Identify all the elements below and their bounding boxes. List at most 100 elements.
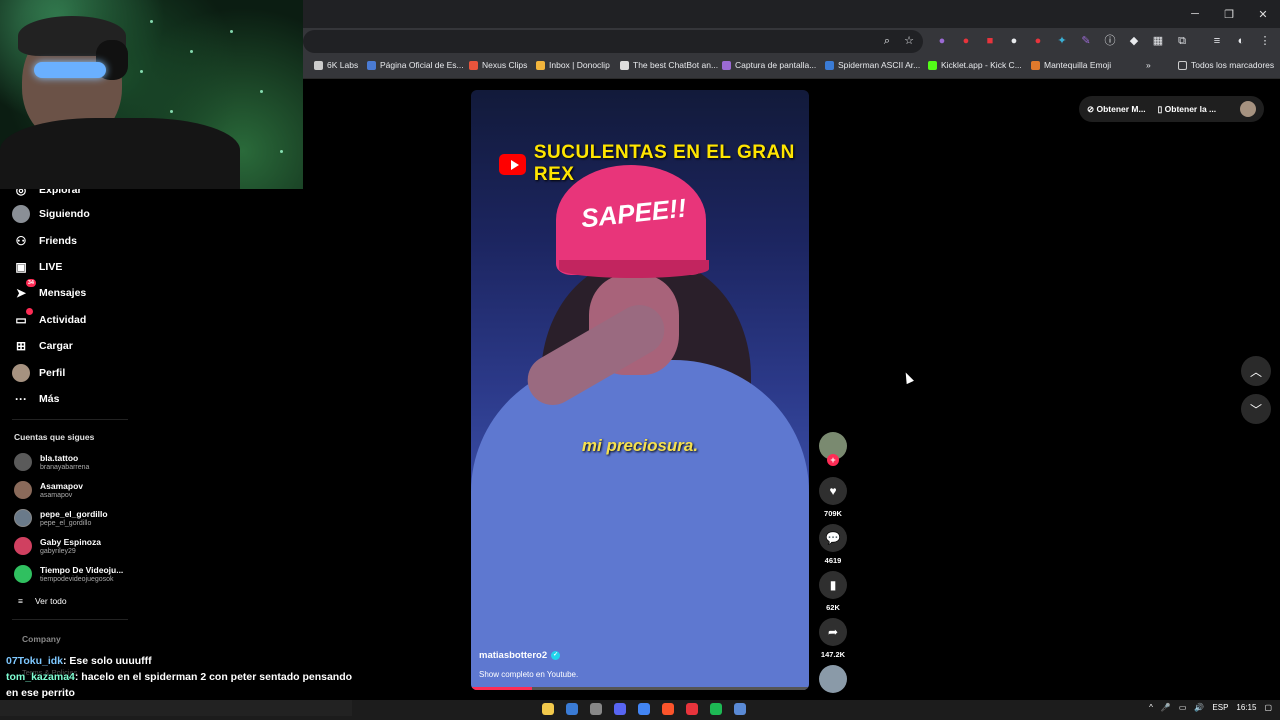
clock[interactable]: 16:15 [1236, 703, 1256, 712]
bookmark-favicon [825, 60, 834, 70]
followed-account[interactable]: Asamapov asamapov [14, 477, 83, 503]
avatar[interactable] [1240, 101, 1256, 117]
bookmark-item[interactable]: Kicklet.app - Kick C... [928, 60, 1022, 70]
heart-icon[interactable]: ♥ [819, 477, 847, 505]
see-all-link[interactable]: ≡ Ver todo [18, 596, 67, 606]
extension-icon[interactable]: ⓘ [1103, 34, 1117, 48]
app-icon[interactable] [734, 703, 746, 715]
extension-icon[interactable]: ✎ [1079, 34, 1093, 48]
kebab-menu-icon[interactable]: ⋮ [1258, 34, 1272, 48]
sidebar-item-mensajes[interactable]: ➤ 34 Mensajes [12, 279, 86, 304]
followed-account[interactable]: Gaby Espinoza gabyriley29 [14, 533, 101, 559]
followed-account[interactable]: pepe_el_gordillo pepe_el_gordillo [14, 505, 108, 531]
bookmark-item[interactable]: The best ChatBot an... [620, 60, 718, 70]
brave-icon[interactable] [662, 703, 674, 715]
followed-account[interactable]: bla.tattoo branayabarrena [14, 449, 89, 475]
sidebar-item-mas[interactable]: ··· Más [12, 388, 59, 410]
extension-icon[interactable]: ▦ [1151, 34, 1165, 48]
chat-user: tom_kazama4 [6, 671, 75, 683]
media-player-icon[interactable] [686, 703, 698, 715]
extension-icon[interactable]: ● [959, 34, 973, 48]
next-video-button[interactable]: ﹀ [1241, 394, 1271, 424]
get-app-button[interactable]: ▯ Obtener la ... [1158, 104, 1217, 115]
avatar [14, 481, 32, 499]
creator-avatar[interactable]: + [818, 432, 848, 466]
extension-icon[interactable]: ● [1007, 34, 1021, 48]
sidebar-item-label: Perfil [39, 367, 66, 379]
company-link[interactable]: Company [22, 634, 61, 644]
taskbar-search[interactable] [0, 700, 352, 716]
bookmark-item[interactable]: Página Oficial de Es... [367, 60, 464, 70]
bookmark-star-icon[interactable]: ☆ [902, 34, 916, 48]
get-coins-button[interactable]: ⊘ Obtener M... [1087, 104, 1146, 115]
volume-icon[interactable]: 🔊 [1194, 703, 1204, 712]
sidebar-item-cargar[interactable]: ⊞ Cargar [12, 335, 73, 357]
like-action[interactable]: ♥ 709K [818, 477, 848, 518]
follow-plus-icon[interactable]: + [827, 454, 839, 466]
comment-action[interactable]: 💬 4619 [818, 524, 848, 565]
notification-dot [26, 308, 33, 315]
share-action[interactable]: ➦ 147.2K [818, 618, 848, 659]
file-explorer-icon[interactable] [542, 703, 554, 715]
spotify-icon[interactable] [710, 703, 722, 715]
bookmark-item[interactable]: Spiderman ASCII Ar... [825, 60, 920, 70]
chevron-up-icon[interactable]: ^ [1149, 703, 1153, 712]
language-indicator[interactable]: ESP [1212, 703, 1228, 712]
bookmark-item[interactable]: 6K Labs [314, 60, 358, 70]
sidebar-item-friends[interactable]: ⚇ Friends [12, 230, 77, 252]
divider [12, 419, 128, 420]
video-author[interactable]: matiasbottero2 ✓ [479, 650, 561, 661]
minimize-icon[interactable]: ─ [1178, 0, 1212, 28]
extension-icon[interactable]: ● [935, 34, 949, 48]
bookmark-item[interactable]: Captura de pantalla... [722, 60, 816, 70]
like-count: 709K [824, 509, 842, 518]
reading-list-icon[interactable]: ≡ [1210, 34, 1224, 48]
notification-badge: 34 [25, 279, 36, 287]
bookmark-icon[interactable]: ▮ [819, 571, 847, 599]
followed-account[interactable]: Tiempo De Videoju... tiempodevideojuegoso… [14, 561, 123, 587]
comment-icon[interactable]: 💬 [819, 524, 847, 552]
webcam-overlay [0, 0, 303, 189]
music-disc[interactable] [818, 665, 848, 693]
video-player[interactable]: SAPEE!! SUCULENTAS EN EL GRAN REX mi pre… [471, 90, 809, 690]
save-action[interactable]: ▮ 62K [818, 571, 848, 612]
sidebar-item-actividad[interactable]: ▭ Actividad [12, 308, 86, 331]
live-tv-icon: ▣ [15, 260, 27, 274]
discord-icon[interactable] [614, 703, 626, 715]
extensions-puzzle-icon[interactable]: ⧉ [1175, 34, 1189, 48]
chrome-icon[interactable] [638, 703, 650, 715]
bookmark-item[interactable]: Mantequilla Emoji [1031, 60, 1111, 70]
account-handle: asamapov [40, 491, 73, 499]
network-icon[interactable]: ▭ [1179, 703, 1187, 712]
bookmark-label: Kicklet.app - Kick C... [941, 60, 1022, 70]
chat-message: 07Toku_idk: Ese solo uuuufff [6, 655, 152, 667]
microphone-icon[interactable]: 🎤 [1161, 703, 1171, 712]
avatar [14, 509, 32, 527]
bookmarks-overflow-icon[interactable]: » [1146, 60, 1151, 70]
close-icon[interactable]: ✕ [1246, 0, 1280, 28]
share-icon[interactable]: ➦ [819, 618, 847, 646]
bookmark-item[interactable]: Inbox | Donoclip [536, 60, 610, 70]
video-progress-bar[interactable] [471, 687, 809, 690]
sidebar-item-siguiendo[interactable]: Siguiendo [12, 203, 90, 225]
sidebar-item-perfil[interactable]: Perfil [12, 362, 65, 384]
bookmark-item[interactable]: Nexus Clips [469, 60, 527, 70]
restore-icon[interactable]: ❐ [1212, 0, 1246, 28]
previous-video-button[interactable]: ︿ [1241, 356, 1271, 386]
adblock-icon[interactable]: ■ [983, 34, 997, 48]
extension-icon[interactable]: ● [1031, 34, 1045, 48]
sidebar-item-live[interactable]: ▣ LIVE [12, 256, 62, 278]
notification-icon[interactable]: ▢ [1264, 703, 1272, 712]
app-icon[interactable] [590, 703, 602, 715]
avatar: + [819, 432, 847, 466]
bookmark-label: Spiderman ASCII Ar... [838, 60, 921, 70]
steam-icon[interactable] [566, 703, 578, 715]
bookmark-favicon [536, 60, 545, 70]
bookmark-item[interactable]: Todos los marcadores [1178, 60, 1274, 70]
extension-icon[interactable]: ◆ [1127, 34, 1141, 48]
address-bar[interactable] [303, 30, 923, 53]
extension-icon[interactable]: ✦ [1055, 34, 1069, 48]
profile-avatar-icon[interactable]: ◐ [1234, 34, 1248, 48]
mouse-cursor [902, 370, 914, 385]
zoom-icon[interactable]: ⌕ [880, 34, 894, 48]
